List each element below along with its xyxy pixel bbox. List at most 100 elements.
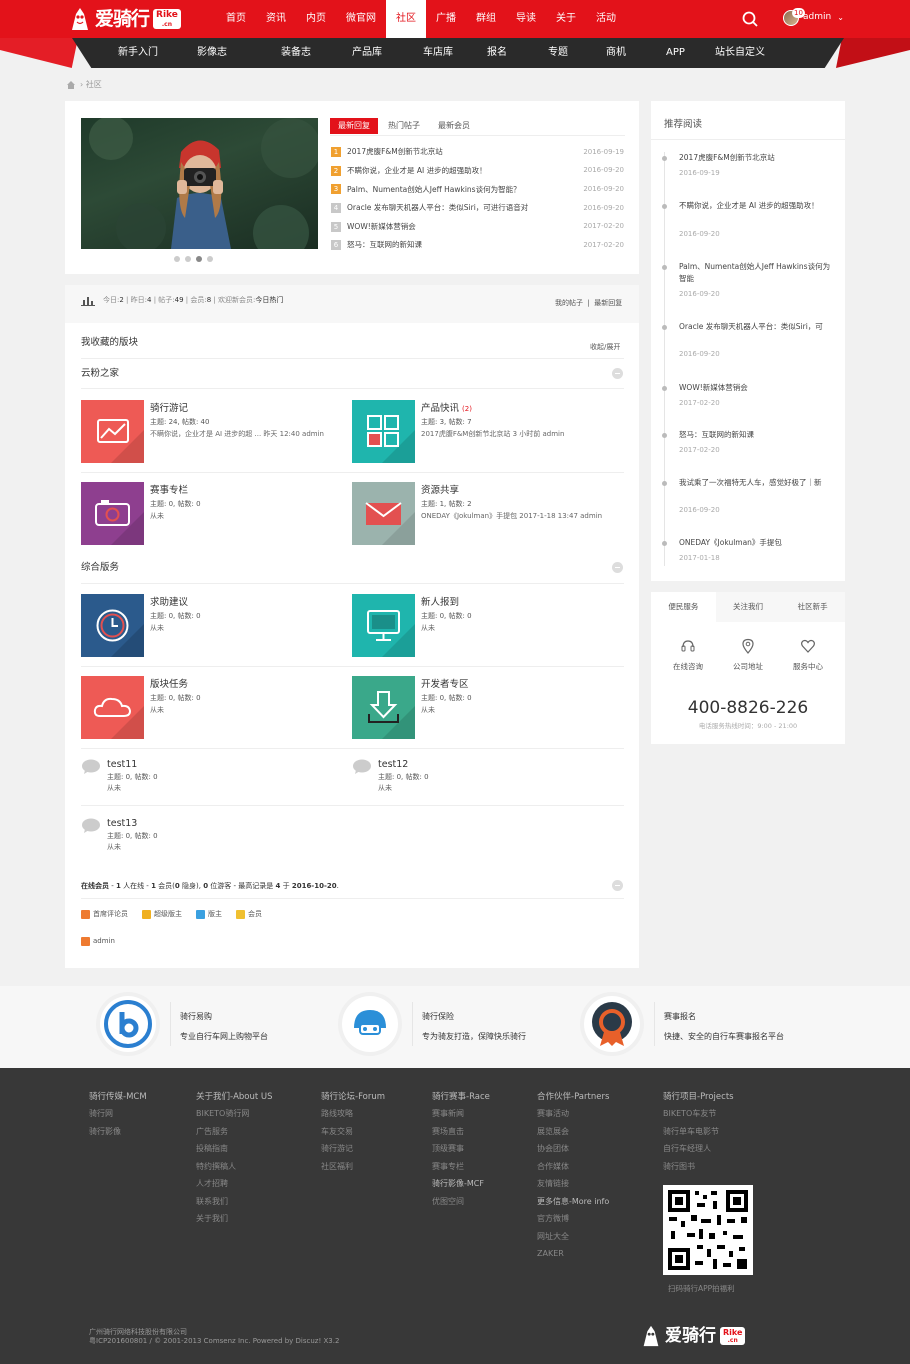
forum-icon[interactable] — [352, 594, 415, 657]
nav-community[interactable]: 社区 — [386, 0, 426, 38]
username[interactable]: admin — [803, 12, 831, 24]
service-online-consult[interactable]: 在线咨询 — [656, 638, 720, 671]
icp-line[interactable]: 粤ICP201600801 / © 2001-2013 Comsenz Inc.… — [89, 1337, 339, 1346]
footer-link[interactable]: 骑行网 — [89, 1109, 147, 1127]
hot-title[interactable]: Oracle 发布聊天机器人平台：类似Siri，可进行语音对 — [347, 203, 583, 213]
collapse-icon[interactable] — [612, 562, 623, 573]
footer-link[interactable]: 赛事新闻 — [432, 1109, 490, 1127]
nav-news[interactable]: 资讯 — [256, 0, 296, 38]
footer-link[interactable]: 赛场直击 — [432, 1127, 490, 1145]
nav-broadcast[interactable]: 广播 — [426, 0, 466, 38]
footer-heading[interactable]: 关于我们-About US — [196, 1092, 273, 1103]
footer-heading[interactable]: 骑行传媒-MCM — [89, 1092, 147, 1103]
footer-link[interactable]: 官方微博 — [537, 1214, 609, 1232]
feature-item[interactable]: 骑行易购 专业自行车网上购物平台 — [100, 996, 340, 1056]
recommend-item-title[interactable]: Palm、Numenta创始人Jeff Hawkins谈何为智能 — [679, 261, 834, 285]
group-title[interactable]: 云粉之家 — [81, 368, 119, 380]
footer-link[interactable]: 骑行单车电影节 — [663, 1127, 734, 1145]
forum-name-text[interactable]: 赛事专栏 — [150, 485, 188, 496]
forum-icon[interactable] — [81, 482, 144, 545]
hot-title[interactable]: 不瞒你说，企业才是 AI 进步的超强助攻！ — [347, 166, 583, 176]
nav-events[interactable]: 活动 — [586, 0, 626, 38]
latest-reply-link[interactable]: 最新回复 — [594, 299, 622, 307]
forum-icon[interactable] — [81, 594, 144, 657]
footer-link[interactable]: 车友交易 — [321, 1127, 385, 1145]
forum-name-text[interactable]: 版块任务 — [150, 679, 188, 690]
forum-name[interactable]: 骑行游记 — [150, 403, 188, 415]
service-address[interactable]: 公司地址 — [716, 638, 780, 671]
feature-icon[interactable] — [100, 996, 156, 1052]
feature-title[interactable]: 赛事报名 — [664, 1012, 696, 1022]
home-icon[interactable] — [66, 80, 76, 90]
forum-last-post[interactable]: 2017虎腹F&M创新节北京站 3 小时前 admin — [421, 430, 564, 439]
subnav-shops[interactable]: 车店库 — [423, 38, 487, 68]
forum-icon[interactable] — [352, 676, 415, 739]
footer-link[interactable]: BIKETO骑行网 — [196, 1109, 273, 1127]
forum-item[interactable]: 新人报到 主题: 0, 帖数: 0 从未 — [352, 594, 622, 658]
subnav-signup[interactable]: 报名 — [487, 38, 548, 68]
forum-name-text[interactable]: 新人报到 — [421, 597, 459, 608]
forum-item[interactable]: 开发者专区 主题: 0, 帖数: 0 从未 — [352, 676, 622, 740]
slider-dot[interactable] — [174, 256, 180, 262]
online-user[interactable]: admin — [81, 937, 115, 947]
subnav-beginner[interactable]: 新手入门 — [118, 38, 197, 68]
breadcrumb-current[interactable]: 社区 — [86, 80, 102, 90]
subnav-app[interactable]: APP — [666, 38, 715, 68]
forum-item[interactable]: 赛事专栏 主题: 0, 帖数: 0 从未 — [81, 482, 351, 546]
feature-icon[interactable] — [342, 996, 398, 1052]
recommend-item-title[interactable]: 我试乘了一次福特无人车，感觉好极了｜新 — [679, 477, 834, 489]
tab-latest-reply[interactable]: 最新回复 — [330, 118, 378, 135]
footer-logo[interactable]: 爱骑行 Rike .cn — [640, 1324, 746, 1348]
footer-link[interactable]: 友情链接 — [537, 1179, 609, 1197]
slider-dot[interactable] — [185, 256, 191, 262]
recommend-item-title[interactable]: WOW!新媒体营销会 — [679, 382, 834, 394]
online-label[interactable]: 在线会员 — [81, 882, 109, 890]
nav-home[interactable]: 首页 — [216, 0, 256, 38]
forum-item[interactable]: 骑行游记 主题: 24, 帖数: 40 不瞒你说，企业才是 AI 进步的超 ..… — [81, 400, 351, 464]
group-title[interactable]: 综合版务 — [81, 562, 119, 574]
hot-title[interactable]: 怒马：互联网的新知课 — [347, 240, 583, 250]
site-logo[interactable]: 爱骑行 Rike .cn — [68, 6, 181, 32]
slider-dot-active[interactable] — [196, 256, 202, 262]
footer-link[interactable]: 合作媒体 — [537, 1162, 609, 1180]
forum-icon[interactable] — [352, 400, 415, 463]
qr-code[interactable] — [663, 1185, 753, 1275]
slider-dot[interactable] — [207, 256, 213, 262]
footer-link[interactable]: 路线攻略 — [321, 1109, 385, 1127]
footer-link[interactable]: 更多信息-More info — [537, 1197, 609, 1215]
forum-item[interactable]: 产品快讯 (2) 主题: 3, 帖数: 7 2017虎腹F&M创新节北京站 3 … — [352, 400, 622, 464]
forum-item[interactable]: test12 主题: 0, 帖数: 0 从未 — [352, 759, 552, 799]
recommend-item-title[interactable]: 2017虎腹F&M创新节北京站 — [679, 152, 834, 164]
forum-name[interactable]: 资源共享 — [421, 485, 459, 497]
forum-name[interactable]: 产品快讯 (2) — [421, 403, 472, 415]
forum-name-text[interactable]: 骑行游记 — [150, 403, 188, 414]
subnav-topics[interactable]: 专题 — [548, 38, 606, 68]
feature-item[interactable]: 赛事报名 快捷、安全的自行车赛事报名平台 — [584, 996, 824, 1056]
tab-convenience[interactable]: 便民服务 — [651, 592, 716, 622]
notification-badge[interactable]: 10 — [792, 8, 805, 18]
forum-name[interactable]: test12 — [378, 759, 408, 771]
forum-icon[interactable] — [81, 400, 144, 463]
forum-name[interactable]: 赛事专栏 — [150, 485, 188, 497]
feature-item[interactable]: 骑行保险 专为骑友打造，保障快乐骑行 — [342, 996, 582, 1056]
feature-title[interactable]: 骑行保险 — [422, 1012, 454, 1022]
footer-heading[interactable]: 骑行论坛-Forum — [321, 1092, 385, 1103]
forum-name[interactable]: test11 — [107, 759, 137, 771]
list-item[interactable]: 1 2017虎腹F&M创新节北京站 2016-09-19 — [331, 143, 624, 162]
forum-name-text[interactable]: 求助建议 — [150, 597, 188, 608]
collapse-icon[interactable] — [612, 880, 623, 891]
footer-link[interactable]: 人才招聘 — [196, 1179, 273, 1197]
my-posts-link[interactable]: 我的帖子 — [555, 299, 583, 307]
nav-groups[interactable]: 群组 — [466, 0, 506, 38]
list-item[interactable]: 3 Palm、Numenta创始人Jeff Hawkins谈何为智能？ 2016… — [331, 180, 624, 199]
forum-last-post[interactable]: 不瞒你说，企业才是 AI 进步的超 ... 昨天 12:40 admin — [150, 430, 324, 439]
forum-icon[interactable] — [352, 482, 415, 545]
subnav-gear[interactable]: 装备志 — [281, 38, 352, 68]
collapse-icon[interactable] — [612, 368, 623, 379]
chevron-down-icon[interactable]: ⌄ — [837, 13, 844, 23]
feature-title[interactable]: 骑行易购 — [180, 1012, 212, 1022]
footer-link[interactable]: 骑行影像 — [89, 1127, 147, 1145]
footer-heading[interactable]: 骑行赛事-Race — [432, 1092, 490, 1103]
footer-link[interactable]: 顶级赛事 — [432, 1144, 490, 1162]
service-phone[interactable]: 400-8826-226 — [651, 697, 845, 719]
